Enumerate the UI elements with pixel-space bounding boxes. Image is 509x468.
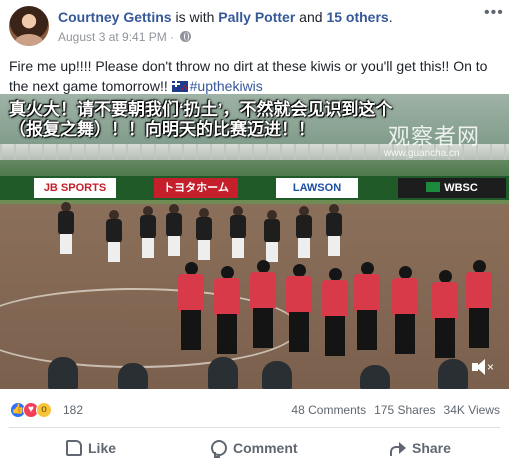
shares-count-link[interactable]: 175 Shares — [374, 403, 435, 417]
tagged-friend-link[interactable]: Pally Potter — [218, 9, 295, 25]
comment-bubble-icon — [211, 440, 227, 458]
watermark-guancha-logo: 观察者网 — [388, 124, 481, 149]
crowd-silhouettes — [48, 342, 488, 389]
banner-wbsc-label: WBSC — [444, 182, 478, 194]
player-back — [326, 204, 342, 256]
post-meta: August 3 at 9:41 PM · — [58, 30, 192, 44]
globe-icon[interactable] — [180, 31, 192, 42]
like-button[interactable]: Like — [66, 432, 116, 464]
actions-divider — [9, 427, 500, 428]
banner-lawson: LAWSON — [276, 178, 358, 198]
new-zealand-flag-icon — [171, 81, 188, 92]
post-header: Courtney Gettins is with Pally Potter an… — [0, 0, 509, 50]
player-back — [196, 208, 212, 260]
player-back — [140, 206, 156, 258]
player-back — [296, 206, 312, 258]
meta-separator: · — [170, 30, 175, 44]
facebook-post-card: Courtney Gettins is with Pally Potter an… — [0, 0, 509, 468]
comment-button[interactable]: Comment — [211, 432, 298, 464]
player-front — [250, 260, 276, 350]
share-button-label: Share — [412, 440, 451, 456]
post-timestamp-link[interactable]: August 3 at 9:41 PM — [58, 30, 167, 44]
comments-count-link[interactable]: 48 Comments — [291, 403, 366, 417]
player-front — [354, 262, 380, 352]
player-front — [286, 264, 312, 354]
player-front — [178, 262, 204, 352]
ellipsis-icon[interactable]: ••• — [484, 5, 503, 22]
volume-muted-icon[interactable]: × — [472, 359, 496, 375]
banner-jb-sports: JB SPORTS — [34, 178, 116, 198]
share-button[interactable]: Share — [390, 432, 451, 464]
share-arrow-icon — [390, 440, 406, 456]
post-actions-bar: Like Comment Share — [0, 432, 509, 464]
banner-toyota-home: トヨタホーム — [154, 178, 238, 198]
player-back — [166, 204, 182, 256]
video-caption-line-2: （报复之舞）！！向明天的比赛迈进！！ — [9, 120, 315, 139]
engagement-counts: 48 Comments 175 Shares 34K Views — [283, 403, 500, 417]
wow-icon: o — [36, 402, 52, 418]
player-back — [106, 210, 122, 262]
author-name-link[interactable]: Courtney Gettins — [58, 9, 172, 25]
banner-wbsc: WBSC — [398, 178, 506, 198]
video-player[interactable]: JB SPORTS トヨタホーム LAWSON WBSC 真火大！请不要朝我们‘… — [0, 94, 509, 389]
hashtag-link[interactable]: #upthekiwis — [190, 78, 263, 94]
post-stats: 👍 ♥ o 182 48 Comments 175 Shares 34K Views — [0, 398, 509, 422]
like-button-label: Like — [88, 440, 117, 456]
post-message: Fire me up!!!! Please don't throw no dir… — [9, 56, 504, 96]
wbsc-logo-icon — [426, 182, 441, 192]
period-text: . — [388, 9, 393, 25]
player-front — [466, 260, 492, 350]
thumbs-up-icon — [66, 440, 82, 456]
views-count: 34K Views — [443, 403, 500, 417]
watermark-guancha-url: www.guancha.cn — [384, 148, 460, 159]
and-text: and — [295, 9, 327, 25]
player-back — [264, 210, 280, 262]
author-line: Courtney Gettins is with Pally Potter an… — [58, 9, 393, 25]
author-avatar[interactable] — [9, 6, 49, 46]
comment-button-label: Comment — [233, 440, 298, 456]
tagged-others-link[interactable]: 15 others — [326, 9, 388, 25]
player-back — [58, 202, 74, 254]
with-text: is with — [171, 9, 219, 25]
player-back — [230, 206, 246, 258]
reaction-count[interactable]: 182 — [63, 403, 83, 417]
